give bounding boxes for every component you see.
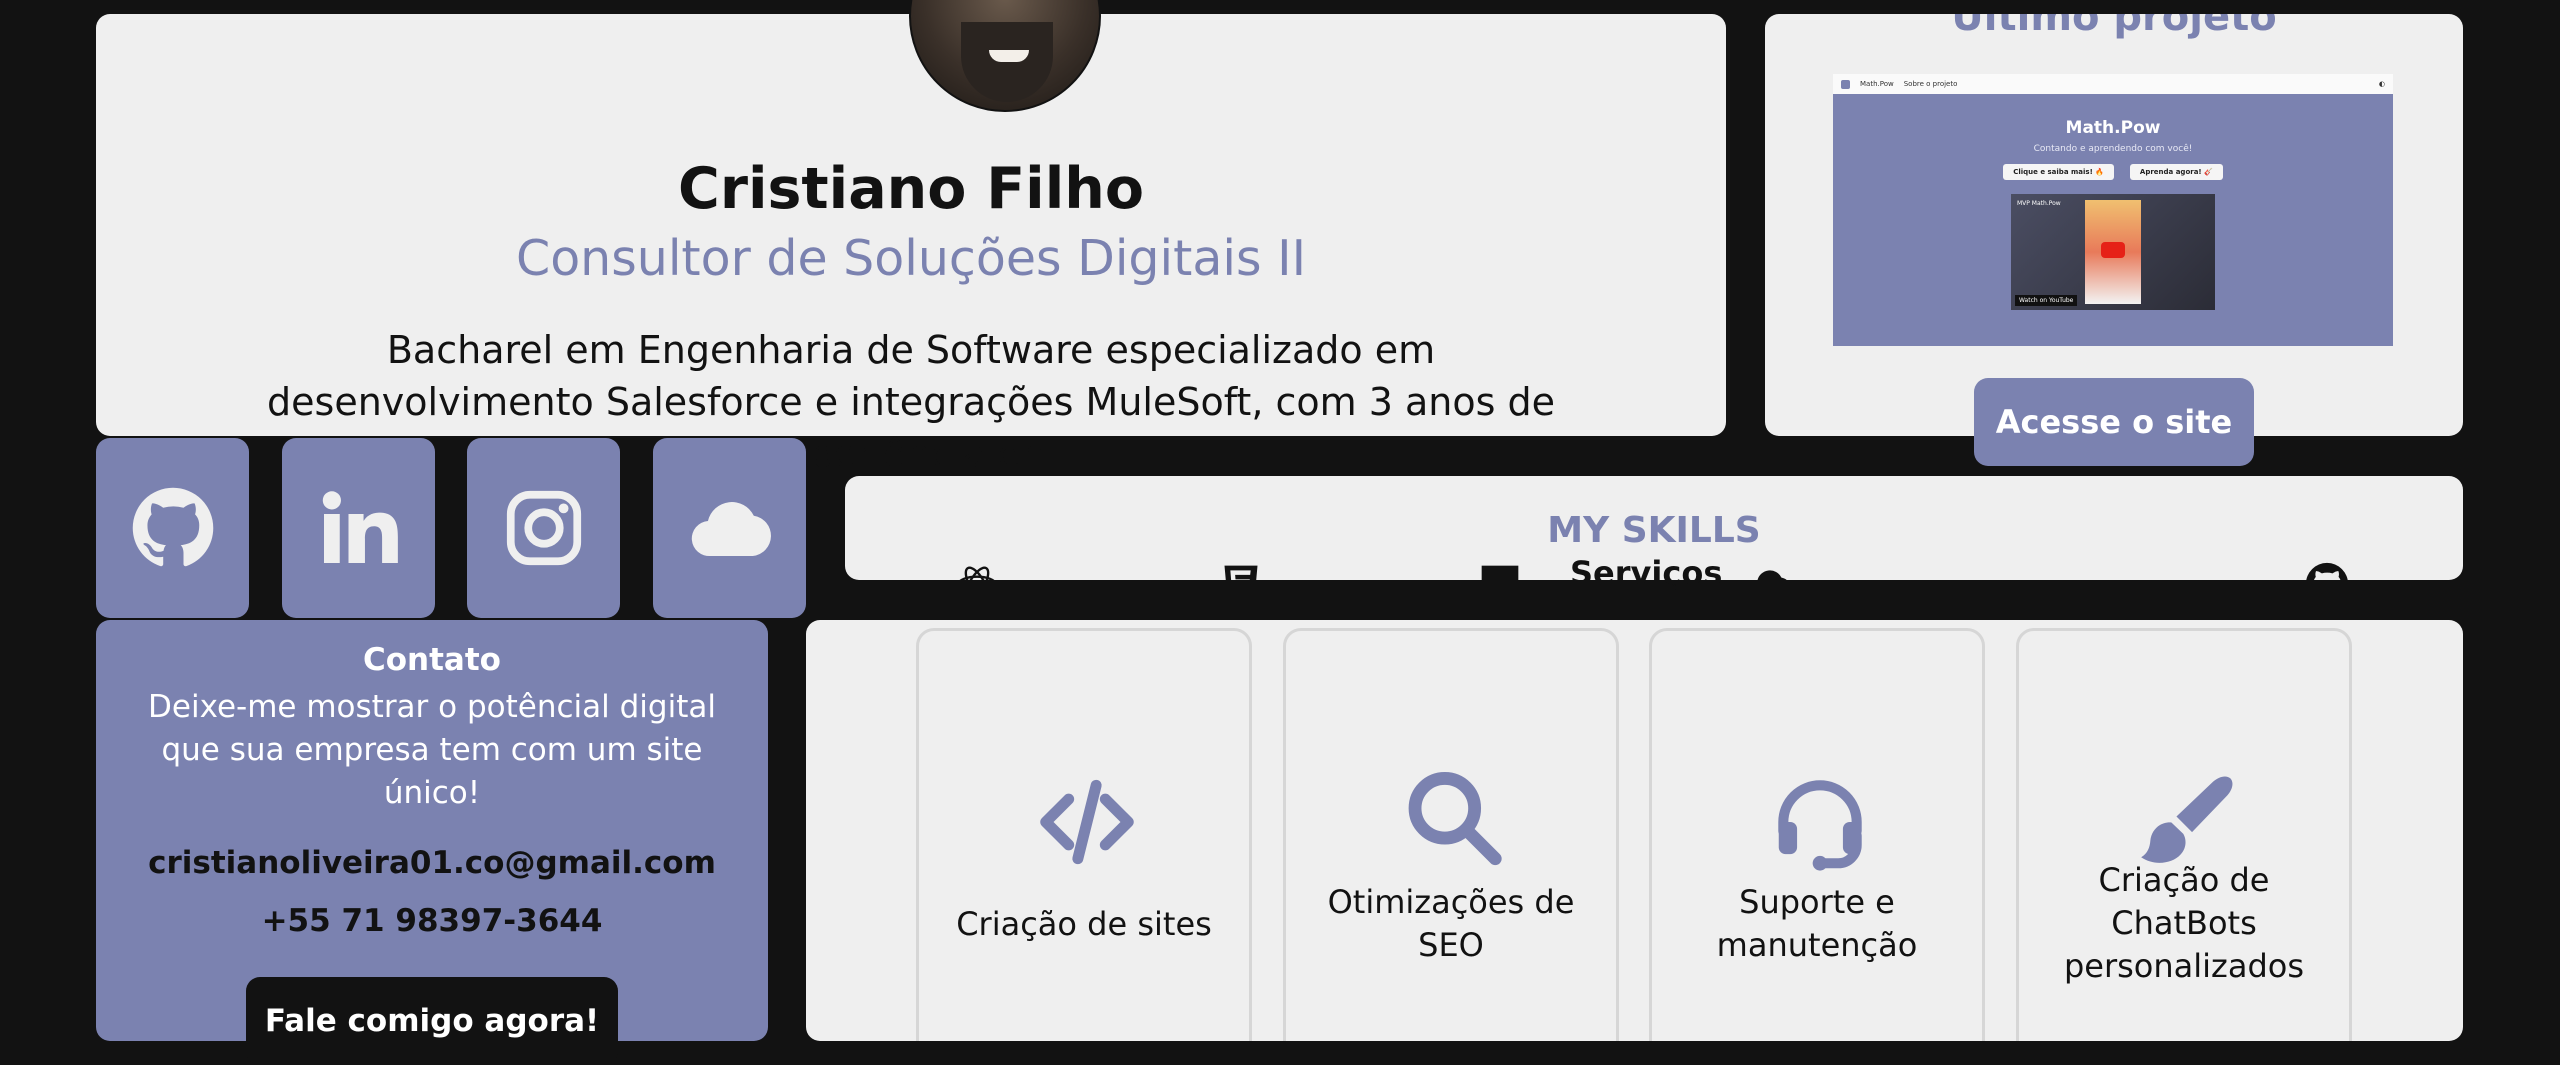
contact-text: Deixe-me mostrar o potêncial digital que… xyxy=(148,689,716,811)
preview-navbar: Math.Pow Sobre o projeto ◐ xyxy=(1833,74,2393,94)
preview-video: MVP Math.Pow Watch on YouTube xyxy=(2011,194,2215,310)
contact-phone[interactable]: +55 71 98397-3644 xyxy=(96,903,768,939)
visit-site-button[interactable]: Acesse o site xyxy=(1974,378,2254,466)
code-icon xyxy=(1040,779,1134,865)
services-title: Serviços xyxy=(1570,554,1723,592)
linkedin-icon xyxy=(322,491,398,563)
skills-title: MY SKILLS xyxy=(1547,510,1761,551)
service-card-chatbots[interactable]: Criação de ChatBots personalizados xyxy=(2016,628,2352,1041)
play-icon xyxy=(2101,242,2125,258)
contact-email[interactable]: cristianoliveira01.co@gmail.com xyxy=(96,845,768,881)
project-preview[interactable]: Math.Pow Sobre o projeto ◐ Math.Pow Cont… xyxy=(1833,74,2393,346)
svg-text:node: node xyxy=(2023,579,2091,580)
square-icon xyxy=(1481,565,1519,580)
preview-nav-icon: ◐ xyxy=(2378,80,2385,88)
service-label: Criação de ChatBots personalizados xyxy=(2063,861,2305,985)
preview-nav-link: Sobre o projeto xyxy=(1903,80,1958,88)
profile-role: Consultor de Soluções Digitais II xyxy=(515,230,1307,287)
headset-icon xyxy=(1778,780,1862,871)
watch-on-youtube: Watch on YouTube xyxy=(2015,295,2078,306)
contact-title: Contato xyxy=(363,642,501,678)
contact-cta-button[interactable]: Fale comigo agora! xyxy=(246,977,618,1065)
service-card-seo[interactable]: Otimizações de SEO xyxy=(1283,628,1619,1041)
preview-site-name-small: Math.Pow xyxy=(1860,80,1894,88)
profile-card: Cristiano Filho Consultor de Soluções Di… xyxy=(96,0,1726,476)
service-card-support[interactable]: Suporte e manutenção xyxy=(1649,628,1985,1041)
avatar xyxy=(909,0,1101,112)
latest-project-title: Último projeto xyxy=(1951,14,2277,40)
preview-site-name: Math.Pow xyxy=(2065,118,2161,138)
latest-project-card: Último projeto Math.Pow Sobre o projeto … xyxy=(1765,14,2463,436)
service-label: Otimizações de SEO xyxy=(1327,883,1575,964)
preview-tagline: Contando e aprendendo com você! xyxy=(2033,144,2193,154)
service-label: Suporte e manutenção xyxy=(1716,883,1918,964)
search-icon xyxy=(1408,772,1502,866)
cloud-icon xyxy=(1757,570,1787,580)
smile-shape xyxy=(989,50,1029,62)
nodejs-icon: node xyxy=(2023,579,2091,580)
preview-buttons: Clique e saiba mais! 🔥 Aprenda agora! 🎸 xyxy=(1833,164,2393,180)
github-icon xyxy=(2306,562,2348,580)
services-card: Criação de sites Otimizações de SEO Supo… xyxy=(806,620,2463,1041)
service-card-websites[interactable]: Criação de sites xyxy=(916,628,1252,1041)
github-link[interactable] xyxy=(96,438,249,618)
profile-bio: Bacharel em Engenharia de Software espec… xyxy=(267,328,1555,476)
react-icon xyxy=(959,566,995,580)
github-icon xyxy=(132,487,213,567)
preview-button-1: Clique e saiba mais! 🔥 xyxy=(2003,164,2114,180)
beard-shape xyxy=(961,22,1053,102)
preview-logo-icon xyxy=(1841,79,1850,89)
cloud-link[interactable] xyxy=(653,438,806,618)
service-label: Criação de sites xyxy=(956,905,1212,943)
cloud-icon xyxy=(691,502,771,557)
profile-name: Cristiano Filho xyxy=(678,156,1144,222)
preview-button-2: Aprenda agora! 🎸 xyxy=(2129,164,2223,180)
linkedin-link[interactable] xyxy=(282,438,435,618)
instagram-icon xyxy=(506,490,581,566)
instagram-link[interactable] xyxy=(467,438,620,618)
css3-icon xyxy=(1224,565,1258,580)
contact-card: Contato Deixe-me mostrar o potêncial dig… xyxy=(96,620,768,1065)
video-caption: MVP Math.Pow xyxy=(2017,200,2061,207)
